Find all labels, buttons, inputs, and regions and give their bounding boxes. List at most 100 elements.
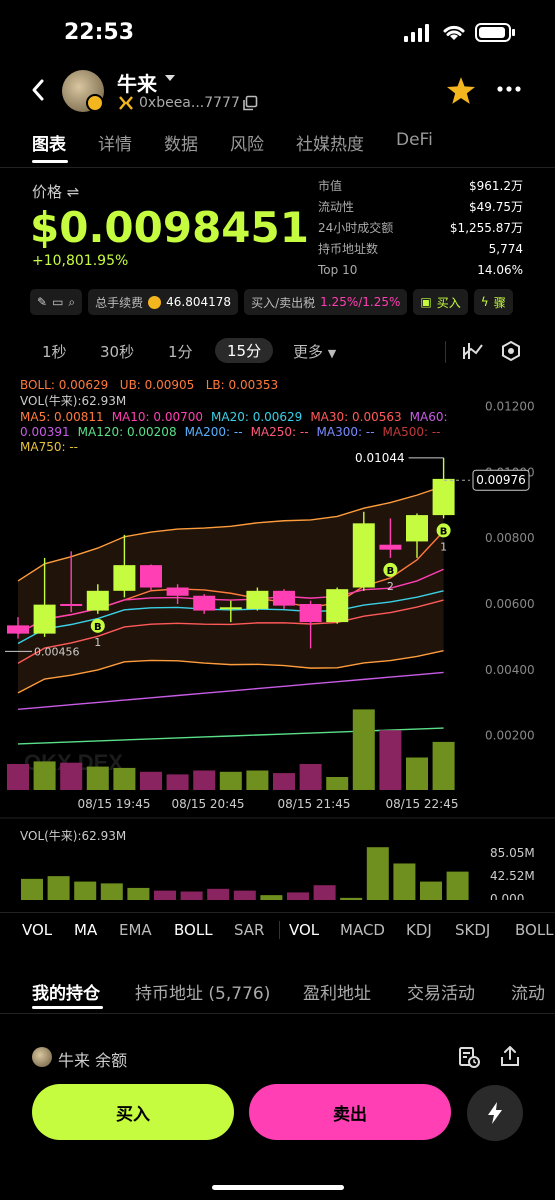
candle-body xyxy=(273,590,295,606)
volume-bar xyxy=(273,773,295,790)
candle-body xyxy=(246,590,269,609)
high-label: 0.01044 xyxy=(355,451,405,465)
x-tick-label: 08/15 19:45 xyxy=(78,797,151,811)
ind-tab-ma[interactable]: MA xyxy=(74,921,97,939)
volume-bar xyxy=(113,767,136,790)
fee-chip[interactable]: 总手续费 46.804178 xyxy=(88,289,239,315)
timeframe-15m[interactable]: 15分 xyxy=(215,338,274,363)
ind-tab-boll-2[interactable]: BOLL xyxy=(515,921,554,939)
vol-panel-bar xyxy=(154,890,176,900)
favorite-star-icon[interactable] xyxy=(447,77,475,104)
candle-body xyxy=(326,589,349,623)
vol-panel-bar xyxy=(393,863,416,900)
next-chip[interactable]: ϟ 骤 xyxy=(473,289,513,315)
history-icon[interactable] xyxy=(458,1046,480,1068)
ma-legend-item: MA300: -- xyxy=(316,425,375,439)
ind-tab-skdj[interactable]: SKDJ xyxy=(455,921,490,939)
vol-panel-bar xyxy=(100,883,123,900)
home-indicator xyxy=(212,1185,344,1190)
ind-tab-vol[interactable]: VOL xyxy=(22,921,52,939)
tab-chart[interactable]: 图表 xyxy=(32,130,66,155)
ind-tab-macd[interactable]: MACD xyxy=(340,921,385,939)
volume-bar xyxy=(326,777,349,790)
stats-panel: 市值 $961.2万 流动性 $49.75万 24小时成交额 $1,255.87万 持… xyxy=(318,178,523,283)
back-icon[interactable] xyxy=(30,78,46,102)
timeframe-1m[interactable]: 1分 xyxy=(168,341,193,362)
vol-tick-label: 0.000 xyxy=(490,892,524,900)
buy-marker-letter: B xyxy=(387,566,395,577)
tax-chip[interactable]: 买入/卖出税 1.25%/1.25% xyxy=(244,289,408,315)
battery-nub xyxy=(512,29,515,36)
chain-badge-icon xyxy=(86,94,104,112)
volume-bar xyxy=(60,762,83,790)
stat-row: Top 10 14.06% xyxy=(318,263,523,277)
ind-tab-kdj[interactable]: KDJ xyxy=(406,921,432,939)
vol-tick-label: 85.05M xyxy=(490,846,535,860)
divider xyxy=(0,912,555,913)
token-toolbar: ✎ ▭ ⌕ 总手续费 46.804178 买入/卖出税 1.25%/1.25% … xyxy=(30,289,513,315)
token-name[interactable]: 牛来 xyxy=(117,68,157,97)
more-menu-icon[interactable] xyxy=(497,86,521,92)
sell-button[interactable]: 卖出 xyxy=(249,1084,451,1140)
x-tick-label: 08/15 21:45 xyxy=(278,797,351,811)
caret-down-icon[interactable] xyxy=(165,75,175,83)
coin-icon xyxy=(148,295,162,309)
tab-liquidity[interactable]: 流动 xyxy=(511,979,545,1004)
quick-trade-button[interactable] xyxy=(467,1085,523,1141)
buy-marker-count: 1 xyxy=(440,540,447,553)
candle-body xyxy=(33,604,56,634)
volume-bar xyxy=(352,709,375,790)
tab-trade-activity[interactable]: 交易活动 xyxy=(407,979,475,1004)
timeframe-30s[interactable]: 30秒 xyxy=(100,341,134,362)
volume-bar xyxy=(7,764,29,790)
vol-legend: VOL(牛来):62.93M xyxy=(20,394,127,408)
window-icon: ▭ xyxy=(52,295,64,309)
candle-body xyxy=(86,590,109,611)
buy-button[interactable]: 买入 xyxy=(32,1084,234,1140)
ma60-line xyxy=(17,671,444,711)
timeframe-1s[interactable]: 1秒 xyxy=(42,341,67,362)
tab-my-position[interactable]: 我的持仓 xyxy=(32,979,100,1004)
tab-social[interactable]: 社媒热度 xyxy=(296,130,364,155)
ind-tab-boll[interactable]: BOLL xyxy=(174,921,213,939)
timeframe-more[interactable]: 更多 ▼ xyxy=(293,341,336,362)
candle-body xyxy=(140,565,162,588)
volume-bar xyxy=(246,770,269,790)
volume-bar xyxy=(166,774,189,790)
active-tab-underline xyxy=(32,1006,103,1009)
candle-body xyxy=(60,603,83,606)
tab-details[interactable]: 详情 xyxy=(98,130,132,155)
volume-bar xyxy=(86,766,109,790)
vol-panel-bar xyxy=(127,887,150,900)
stat-row: 市值 $961.2万 xyxy=(318,179,523,193)
divider xyxy=(445,341,446,363)
candle-body xyxy=(166,587,189,596)
vol-panel-bar xyxy=(446,871,469,900)
settings-icon[interactable] xyxy=(500,340,522,362)
ind-tab-ema[interactable]: EMA xyxy=(119,921,152,939)
tab-risk[interactable]: 风险 xyxy=(230,130,264,155)
tab-holders[interactable]: 持币地址 (5,776) xyxy=(135,979,270,1004)
ind-tab-sar[interactable]: SAR xyxy=(234,921,264,939)
ma-legend-3: MA750: -- xyxy=(20,439,86,455)
ind-tab-vol-2[interactable]: VOL xyxy=(289,921,319,939)
y-tick-label: 0.00800 xyxy=(485,531,535,545)
candle-body xyxy=(352,523,375,588)
tools-chip[interactable]: ✎ ▭ ⌕ xyxy=(30,289,83,315)
ma-legend-item: MA30: 0.00563 xyxy=(310,410,402,424)
ma-legend-item: MA20: 0.00629 xyxy=(211,410,303,424)
copy-icon[interactable] xyxy=(242,95,258,111)
tab-defi[interactable]: DeFi xyxy=(396,130,433,155)
vol-panel-bar xyxy=(340,897,363,900)
tab-data[interactable]: 数据 xyxy=(164,130,198,155)
chain-logo-icon xyxy=(119,96,133,110)
y-tick-label: 0.00600 xyxy=(485,597,535,611)
tab-profit-addresses[interactable]: 盈利地址 xyxy=(303,979,371,1004)
swap-icon[interactable]: ⇌ xyxy=(67,183,80,201)
indicator-icon[interactable] xyxy=(462,341,484,361)
ma-legend-item: MA10: 0.00700 xyxy=(111,410,203,424)
quick-buy-chip[interactable]: ▣ 买入 xyxy=(413,289,468,315)
share-icon[interactable] xyxy=(499,1045,521,1067)
search-icon: ⌕ xyxy=(68,294,76,309)
status-time: 22:53 xyxy=(64,20,135,45)
